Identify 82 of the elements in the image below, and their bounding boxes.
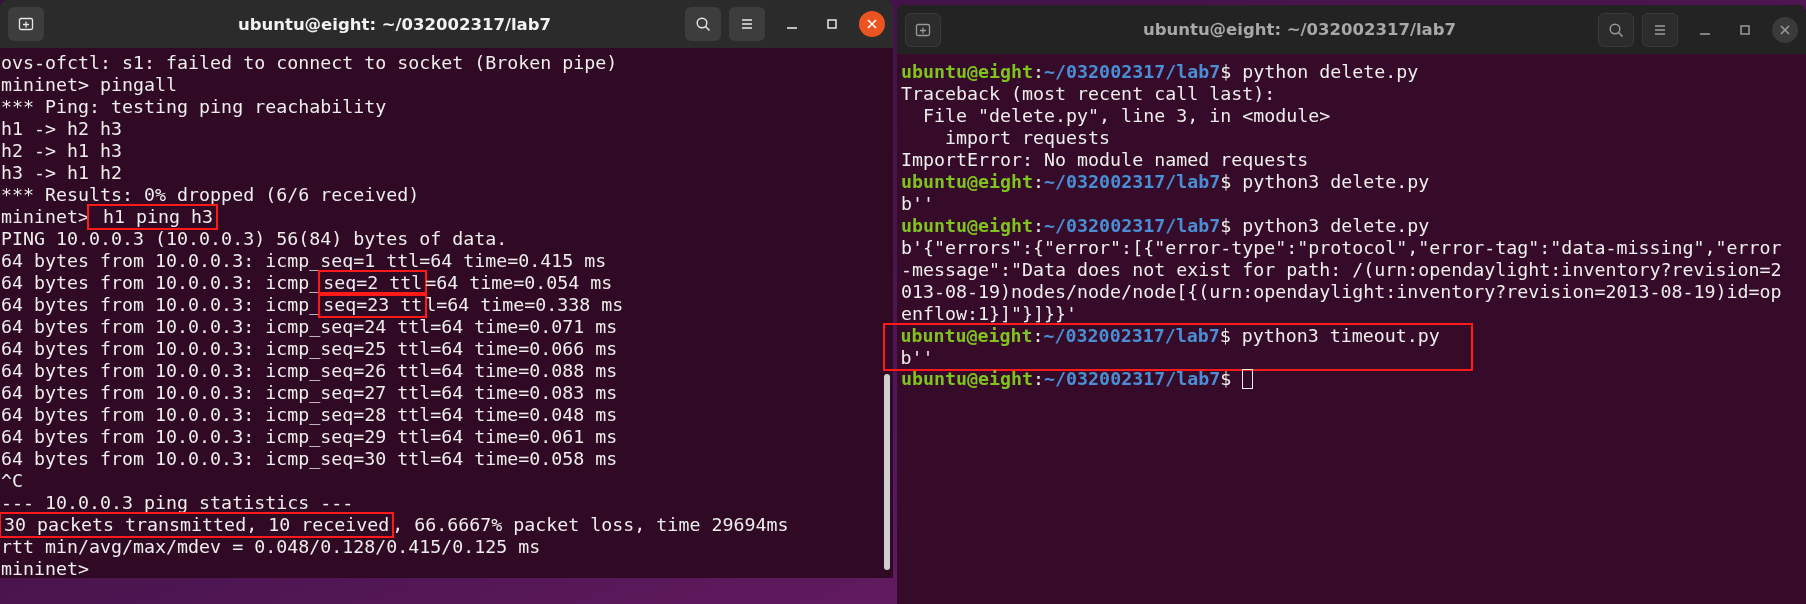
maximize-icon: [827, 19, 837, 29]
command-text: python3 timeout.py: [1241, 324, 1440, 346]
prompt-separator: :: [1033, 215, 1045, 236]
output-text: h3 -> h1 h2: [1, 162, 123, 184]
output-text: enflow:1}]"}]}}': [901, 303, 1078, 325]
new-tab-button[interactable]: [8, 7, 44, 41]
minimize-icon: [1700, 32, 1710, 35]
prompt-user: ubuntu@eight: [901, 215, 1034, 236]
minimize-icon: [787, 27, 797, 29]
prompt-symbol: $: [1220, 215, 1232, 236]
output-text: ImportError: No module named requests: [901, 149, 1309, 171]
output-text: import requests: [944, 127, 1111, 149]
command-text: python delete.py: [1242, 61, 1419, 82]
prompt-symbol: $: [1220, 61, 1232, 82]
prompt-path: ~/032002317/lab7: [1043, 324, 1220, 346]
output-text: 64 bytes from 10.0.0.3: icmp_: [1, 272, 321, 294]
new-tab-icon: [18, 16, 34, 32]
output-text: , 66.6667% packet loss, time 29694ms: [392, 514, 789, 536]
search-icon: [695, 16, 711, 32]
output-text: *** Results: 0% dropped (6/6 received): [1, 184, 420, 206]
output-text: File "delete.py", line 3, in <module>: [922, 105, 1331, 127]
prompt-user: ubuntu@eight: [900, 324, 1033, 346]
output-text: b'': [901, 193, 935, 215]
new-tab-button[interactable]: [905, 12, 941, 47]
output-text: 013-08-19)nodes/node/node[{(urn:opendaylight:inventory?revision=2013-08-19)id=op: [901, 281, 1782, 303]
output-text: *** Ping: testing ping reachability: [1, 96, 387, 118]
prompt-user: ubuntu@eight: [901, 368, 1034, 389]
highlighted-text: seq=23 tt: [320, 294, 426, 316]
output-text: 64 bytes from 10.0.0.3: icmp_seq=24 ttl=64 time=0.071 ms: [1, 316, 618, 338]
menu-icon: [739, 16, 755, 32]
prompt-symbol: $: [1220, 171, 1232, 192]
prompt-separator: :: [1033, 171, 1045, 192]
output-text: PING 10.0.0.3 (10.0.0.3) 56(84) bytes of data.: [1, 228, 508, 250]
output-text: 64 bytes from 10.0.0.3: icmp_seq=30 ttl=64 time=0.058 ms: [1, 448, 618, 470]
output-text: 64 bytes from 10.0.0.3: icmp_seq=25 ttl=64 time=0.066 ms: [1, 338, 618, 360]
output-text: 64 bytes from 10.0.0.3: icmp_seq=26 ttl=64 time=0.088 ms: [1, 360, 618, 382]
output-text: 64 bytes from 10.0.0.3: icmp_seq=28 ttl=64 time=0.048 ms: [1, 404, 618, 426]
output-text: mininet> pingall: [1, 74, 178, 96]
output-text: mininet>: [1, 206, 90, 228]
prompt-path: ~/032002317/lab7: [1044, 215, 1221, 236]
highlighted-text: h1 ping h3: [89, 206, 217, 228]
output-text: ^C: [1, 470, 23, 492]
close-icon: [1780, 24, 1790, 35]
menu-button[interactable]: [729, 7, 765, 41]
command-text: python3 delete.py: [1242, 215, 1430, 236]
command-text: python3 delete.py: [1242, 171, 1430, 192]
output-text: h1 -> h2 h3: [1, 118, 123, 140]
maximize-icon: [1740, 24, 1750, 35]
output-text: --- 10.0.0.3 ping statistics ---: [1, 492, 354, 514]
window-title: ubuntu@eight: ~/032002317/lab7: [1141, 20, 1458, 39]
prompt-path: ~/032002317/lab7: [1044, 171, 1221, 192]
output-text: -message":"Data does not exist for path: /(urn:opendaylight:inventory?revision=2: [901, 259, 1782, 281]
prompt-user: ubuntu@eight: [901, 61, 1034, 82]
highlighted-text: 30 packets transmitted, 10 received: [1, 514, 393, 536]
prompt-path: ~/032002317/lab7: [1044, 368, 1221, 389]
scrollbar[interactable]: [884, 374, 890, 570]
output-text: 64 bytes from 10.0.0.3: icmp_seq=1 ttl=64 time=0.415 ms: [1, 250, 607, 272]
output-text: mininet>: [1, 558, 90, 580]
prompt-separator: :: [1032, 324, 1044, 346]
prompt-symbol: $: [1219, 324, 1231, 346]
output-text: ovs-ofctl: s1: failed to connect to socket (Broken pipe): [1, 52, 618, 74]
output-text: 64 bytes from 10.0.0.3: icmp_seq=29 ttl=64 time=0.061 ms: [1, 426, 618, 448]
output-text: h2 -> h1 h3: [1, 140, 123, 162]
output-text: Traceback (most recent call last):: [901, 83, 1276, 105]
output-text: b'{"errors":{"error":[{"error-type":"protocol","error-tag":"data-missing","error: [901, 237, 1782, 259]
output-text: 64 bytes from 10.0.0.3: icmp_seq=27 ttl=64 time=0.083 ms: [1, 382, 618, 404]
new-tab-icon: [915, 21, 931, 38]
prompt-symbol: $: [1220, 368, 1232, 389]
prompt-path: ~/032002317/lab7: [1044, 61, 1221, 82]
close-button[interactable]: [859, 11, 885, 37]
prompt-separator: :: [1033, 368, 1045, 389]
search-button[interactable]: [1598, 12, 1634, 47]
search-button[interactable]: [685, 7, 721, 41]
prompt-separator: :: [1033, 61, 1045, 82]
output-text: rtt min/avg/max/mdev = 0.048/0.128/0.415/0.125 ms: [1, 536, 541, 558]
output-text: b'': [900, 346, 934, 369]
menu-button[interactable]: [1642, 12, 1678, 47]
close-icon: [867, 19, 877, 29]
prompt-user: ubuntu@eight: [901, 171, 1034, 192]
window-title: ubuntu@eight: ~/032002317/lab7: [236, 14, 553, 34]
highlighted-text: seq=2 ttl: [320, 272, 426, 294]
search-icon: [1608, 21, 1624, 38]
